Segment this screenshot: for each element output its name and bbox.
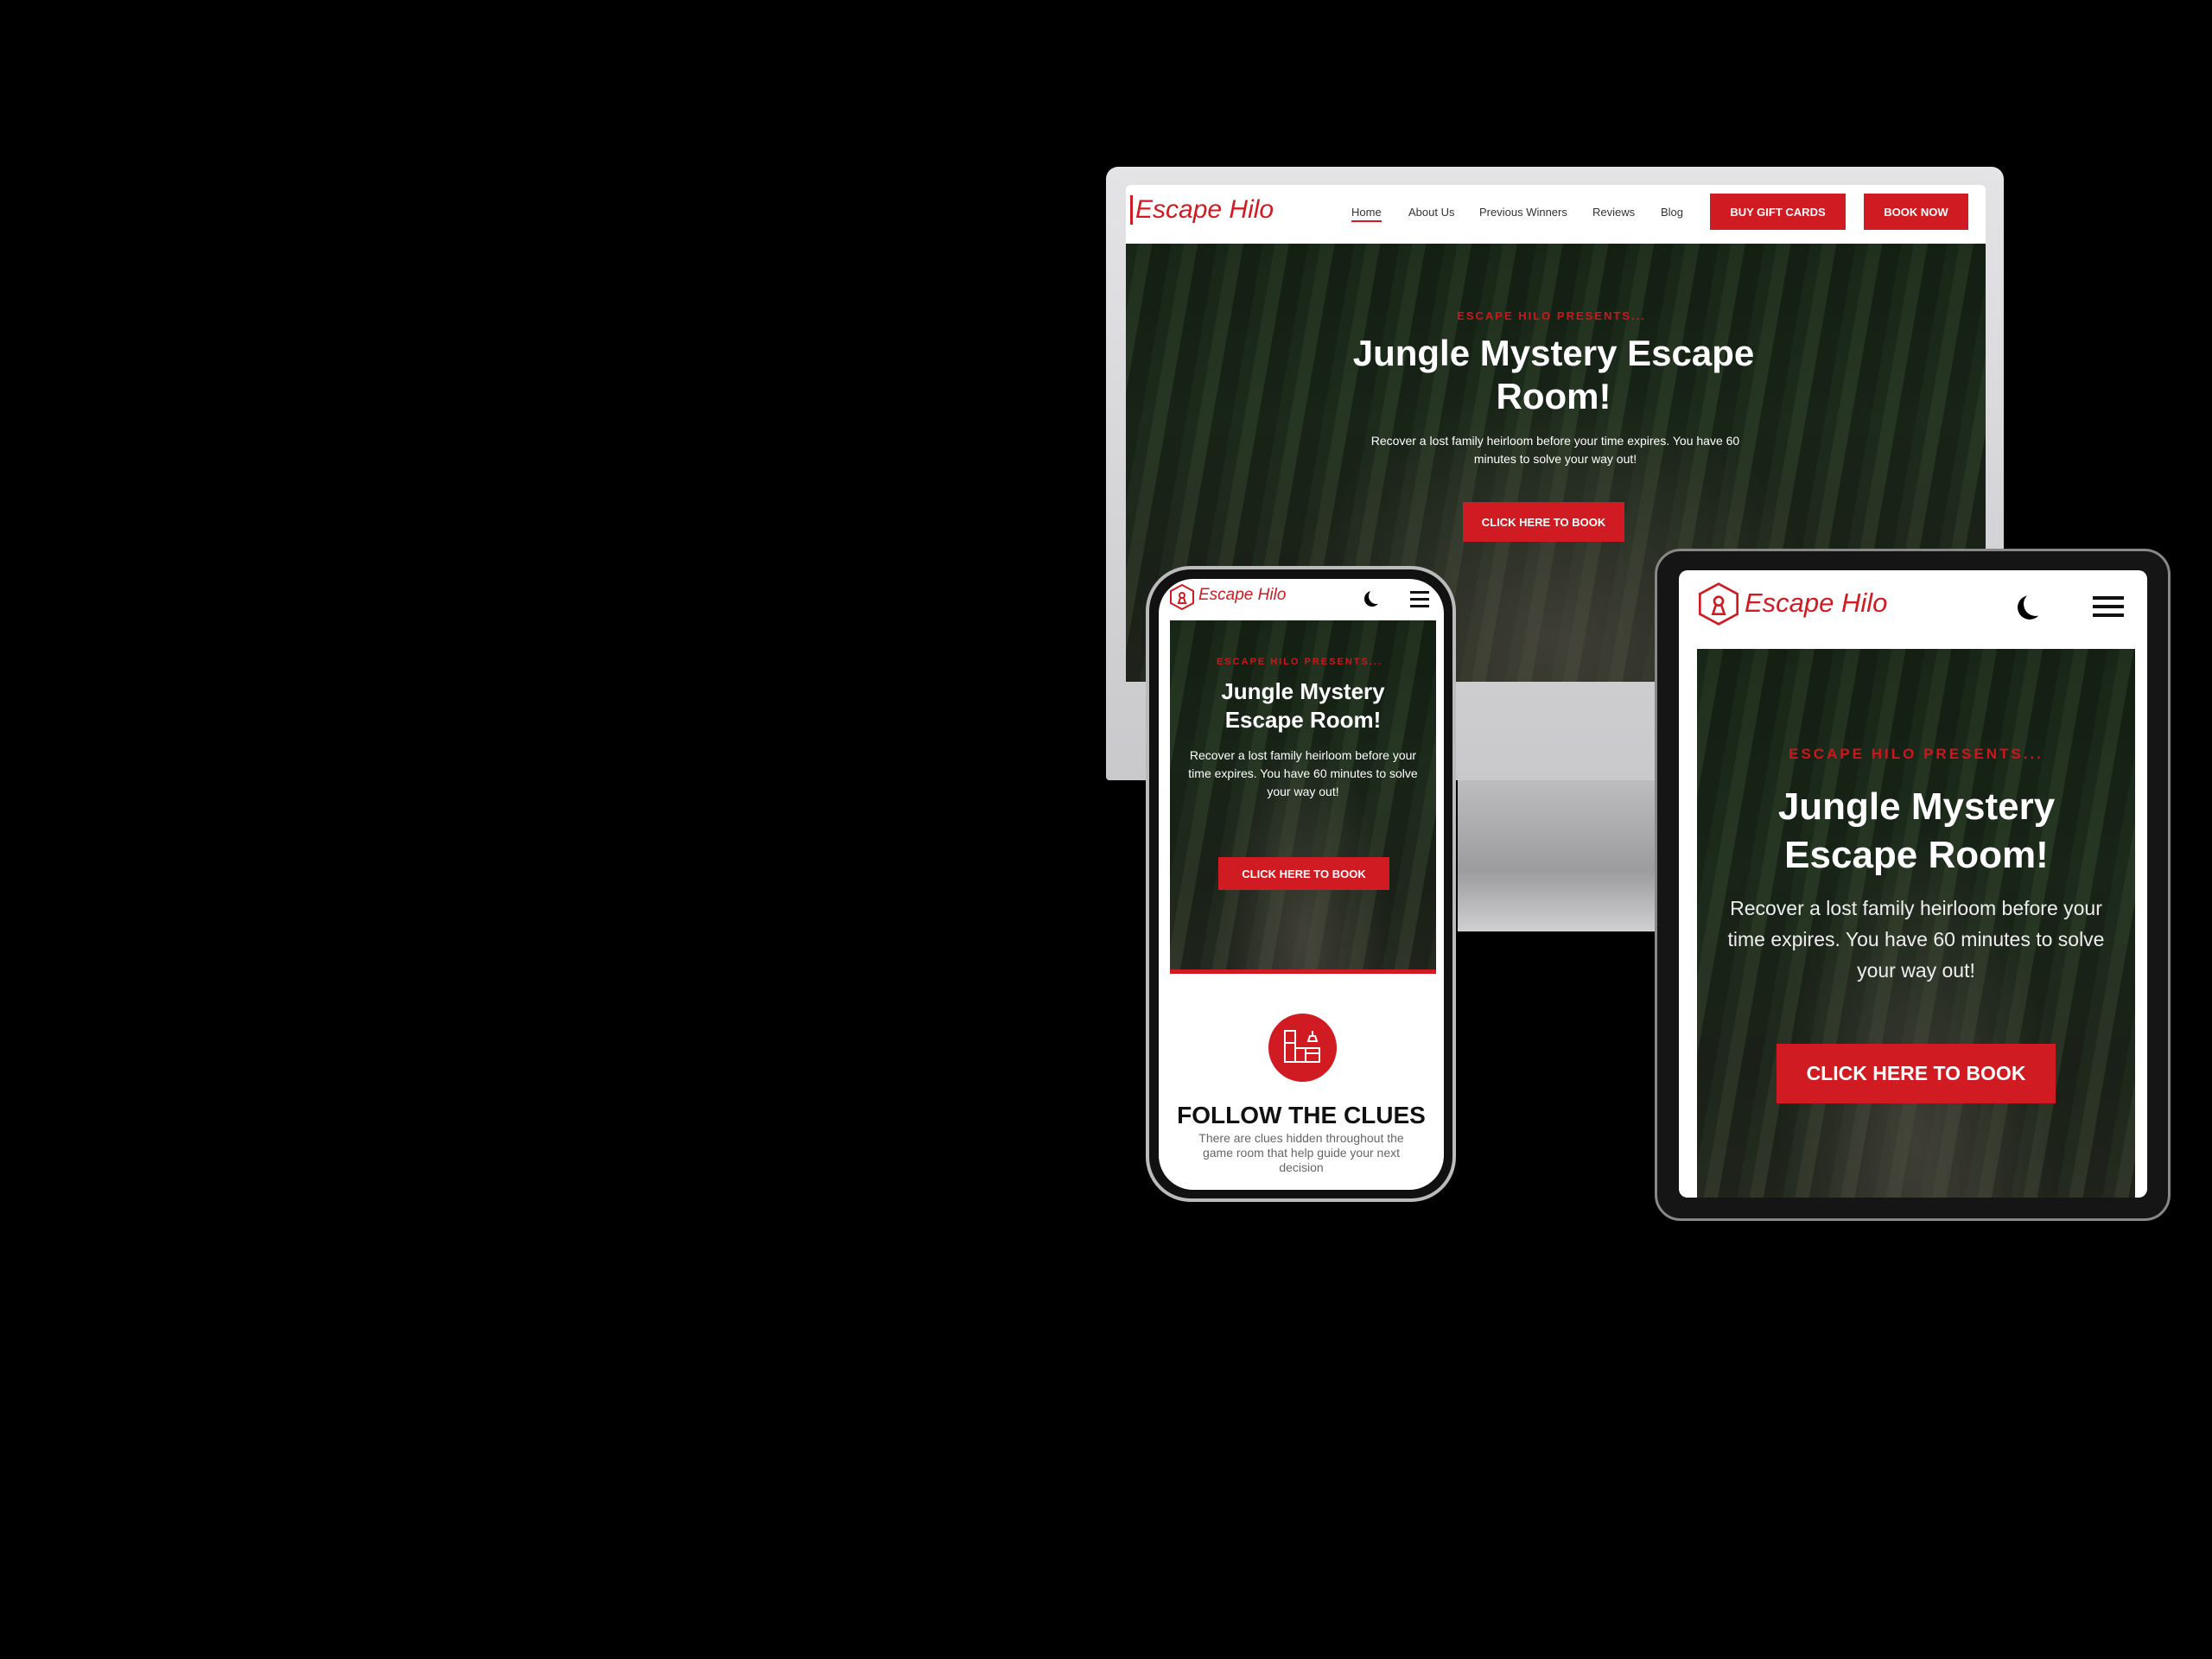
hero-description: Recover a lost family heirloom before yo… bbox=[1727, 897, 2105, 982]
phone-header: Escape Hilo bbox=[1159, 579, 1444, 618]
hero-eyebrow: ESCAPE HILO PRESENTS... bbox=[1457, 309, 1646, 322]
feature-icon-circle bbox=[1268, 1014, 1337, 1082]
phone-screen: Escape Hilo ESCAPE HILO PRESENTS... Jung… bbox=[1159, 579, 1444, 1190]
moon-icon[interactable] bbox=[2024, 592, 2048, 616]
logo[interactable]: Escape Hilo bbox=[1198, 586, 1286, 605]
book-now-button[interactable]: BOOK NOW bbox=[1864, 194, 1968, 230]
hero-title: Jungle Mystery Escape Room! bbox=[1777, 785, 2056, 876]
hero-title: Jungle Mystery Escape Room! bbox=[1221, 678, 1385, 733]
logo-hexagon-icon bbox=[1170, 583, 1194, 611]
hero-eyebrow: ESCAPE HILO PRESENTS... bbox=[1216, 657, 1383, 667]
hero-description: Recover a lost family heirloom before yo… bbox=[1370, 434, 1740, 466]
nav-reviews[interactable]: Reviews bbox=[1592, 206, 1635, 219]
phone-hero: ESCAPE HILO PRESENTS... Jungle Mystery E… bbox=[1170, 620, 1436, 974]
desktop-header: Escape Hilo Home About Us Previous Winne… bbox=[1126, 185, 1986, 244]
hamburger-menu-icon[interactable] bbox=[2093, 596, 2124, 621]
tablet-header: Escape Hilo bbox=[1679, 570, 2147, 649]
tablet-hero: ESCAPE HILO PRESENTS... Jungle Mystery E… bbox=[1697, 649, 2135, 1198]
nav-about-us[interactable]: About Us bbox=[1408, 206, 1454, 219]
feature-title: FOLLOW THE CLUES bbox=[1177, 1102, 1426, 1128]
nav-previous-winners[interactable]: Previous Winners bbox=[1479, 206, 1567, 219]
monitor-stand bbox=[1458, 780, 1655, 931]
buy-gift-cards-button[interactable]: BUY GIFT CARDS bbox=[1710, 194, 1846, 230]
hero-title: Jungle Mystery Escape Room! bbox=[1352, 333, 1755, 416]
logo-hexagon-icon bbox=[1699, 582, 1738, 626]
hero-description: Recover a lost family heirloom before yo… bbox=[1188, 748, 1418, 798]
moon-icon[interactable] bbox=[1369, 588, 1384, 604]
feature-description: There are clues hidden throughout the ga… bbox=[1198, 1131, 1404, 1174]
logo[interactable]: Escape Hilo bbox=[1745, 588, 1887, 619]
nav-blog[interactable]: Blog bbox=[1661, 206, 1683, 219]
hero-eyebrow: ESCAPE HILO PRESENTS... bbox=[1789, 746, 2044, 762]
tablet-screen: Escape Hilo ESCAPE HILO PRESENTS... Jung… bbox=[1679, 570, 2147, 1198]
nav-home[interactable]: Home bbox=[1351, 206, 1382, 222]
kitchen-icon bbox=[1284, 1030, 1320, 1063]
hero-book-button[interactable]: CLICK HERE TO BOOK bbox=[1777, 1044, 2056, 1103]
hero-book-button[interactable]: CLICK HERE TO BOOK bbox=[1218, 857, 1389, 890]
hamburger-menu-icon[interactable] bbox=[1410, 591, 1429, 612]
hero-book-button[interactable]: CLICK HERE TO BOOK bbox=[1463, 502, 1624, 542]
logo[interactable]: Escape Hilo bbox=[1130, 195, 1274, 225]
